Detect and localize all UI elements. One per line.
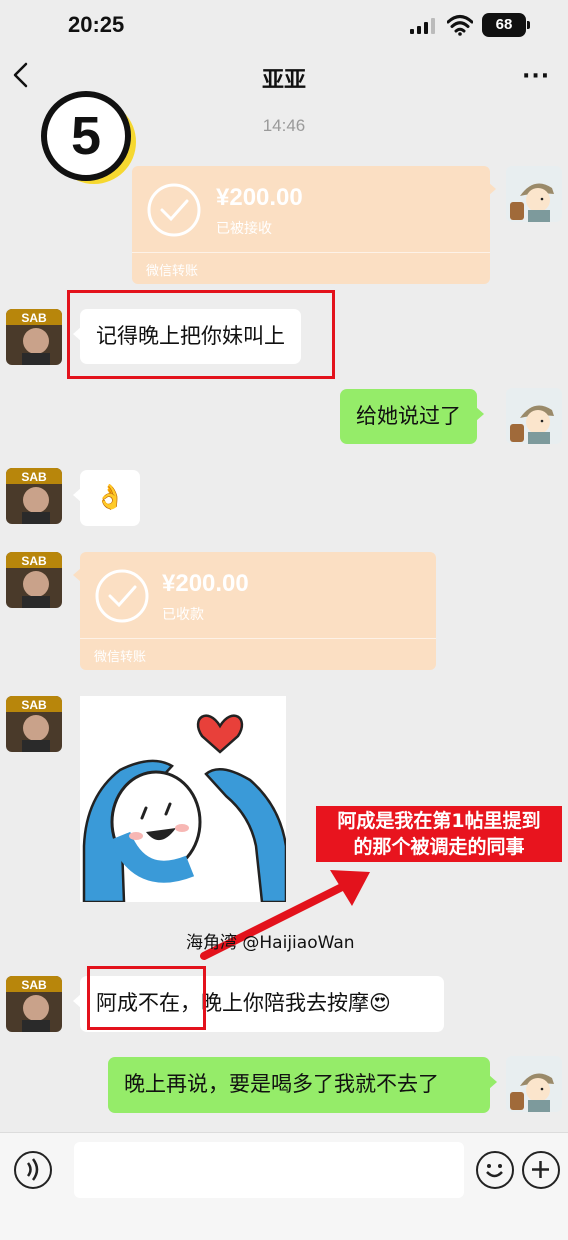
avatar-cartoon bbox=[506, 166, 562, 222]
step-badge: 5 bbox=[41, 91, 136, 184]
timestamp: 14:46 bbox=[262, 116, 306, 135]
annotation-box: 阿成是我在第1帖里提到 的那个被调走的同事 bbox=[316, 806, 562, 862]
signal-icon bbox=[410, 18, 435, 34]
badge-number: 5 bbox=[71, 106, 101, 166]
avatar-self[interactable] bbox=[506, 1056, 562, 1112]
avatar-photo: SAB bbox=[6, 976, 62, 1032]
avatar-contact[interactable]: SAB bbox=[6, 309, 62, 365]
svg-text:SAB: SAB bbox=[21, 554, 47, 568]
avatar-contact[interactable]: SAB bbox=[6, 468, 62, 524]
avatar-cartoon bbox=[506, 388, 562, 444]
message-input[interactable] bbox=[74, 1142, 464, 1198]
message-text: 给她说过了 bbox=[356, 404, 461, 428]
avatar-photo: SAB bbox=[6, 552, 62, 608]
annotation-line: 的那个被调走的同事 bbox=[353, 836, 525, 858]
avatar-cartoon bbox=[506, 1056, 562, 1112]
avatar-contact[interactable]: SAB bbox=[6, 552, 62, 608]
heart-eyes-emoji: 😍 bbox=[369, 991, 391, 1015]
battery-icon: 68 bbox=[482, 13, 530, 37]
avatar-photo: SAB bbox=[6, 468, 62, 524]
message-text: 晚上再说，要是喝多了我就不去了 bbox=[124, 1072, 439, 1096]
avatar-contact[interactable]: SAB bbox=[6, 976, 62, 1032]
plus-icon[interactable] bbox=[522, 1151, 560, 1189]
red-arrow bbox=[200, 870, 370, 960]
message-text: 记得晚上把你妹叫上 bbox=[96, 324, 285, 348]
transfer-amount: ¥200.00 bbox=[162, 570, 249, 597]
watermark: 海角湾 @HaijiaoWan bbox=[186, 933, 355, 953]
transfer-tail bbox=[73, 568, 81, 582]
transfer-card-received[interactable]: ¥200.00 已收款 微信转账 bbox=[80, 552, 436, 670]
transfer-card-sent[interactable]: ¥200.00 已被接收 微信转账 bbox=[132, 166, 490, 284]
check-circle-icon bbox=[95, 569, 149, 623]
message-bubble[interactable]: 给她说过了 bbox=[340, 389, 484, 445]
message-bubble[interactable]: 👌 bbox=[73, 470, 140, 526]
svg-text:SAB: SAB bbox=[21, 311, 47, 325]
transfer-footer: 微信转账 bbox=[94, 650, 147, 665]
message-bubble[interactable]: 晚上再说，要是喝多了我就不去了 bbox=[108, 1057, 497, 1113]
avatar-self[interactable] bbox=[506, 166, 562, 222]
more-icon[interactable]: ··· bbox=[522, 64, 550, 89]
transfer-status: 已收款 bbox=[162, 607, 204, 623]
transfer-amount: ¥200.00 bbox=[216, 184, 303, 211]
svg-text:SAB: SAB bbox=[21, 978, 47, 992]
transfer-divider bbox=[132, 252, 490, 253]
annotation-line: 阿成是我在第1帖里提到 bbox=[337, 810, 541, 832]
avatar-contact[interactable]: SAB bbox=[6, 696, 62, 752]
status-time: 20:25 bbox=[68, 12, 125, 37]
wifi-icon bbox=[447, 15, 473, 36]
transfer-status: 已被接收 bbox=[216, 221, 272, 237]
voice-icon[interactable] bbox=[14, 1151, 52, 1189]
ok-emoji: 👌 bbox=[95, 483, 125, 511]
transfer-tail bbox=[488, 182, 496, 196]
avatar-self[interactable] bbox=[506, 388, 562, 444]
highlight-box bbox=[87, 966, 206, 1030]
svg-text:SAB: SAB bbox=[21, 470, 47, 484]
transfer-footer: 微信转账 bbox=[146, 264, 199, 279]
check-circle-icon bbox=[147, 183, 201, 237]
emoji-icon[interactable] bbox=[476, 1151, 514, 1189]
message-text-part2: 晚上你陪我去按摩 bbox=[201, 991, 369, 1015]
avatar-photo: SAB bbox=[6, 309, 62, 365]
svg-text:SAB: SAB bbox=[21, 698, 47, 712]
message-bubble[interactable]: 记得晚上把你妹叫上 bbox=[73, 309, 301, 365]
avatar-photo: SAB bbox=[6, 696, 62, 752]
transfer-divider bbox=[80, 638, 436, 639]
